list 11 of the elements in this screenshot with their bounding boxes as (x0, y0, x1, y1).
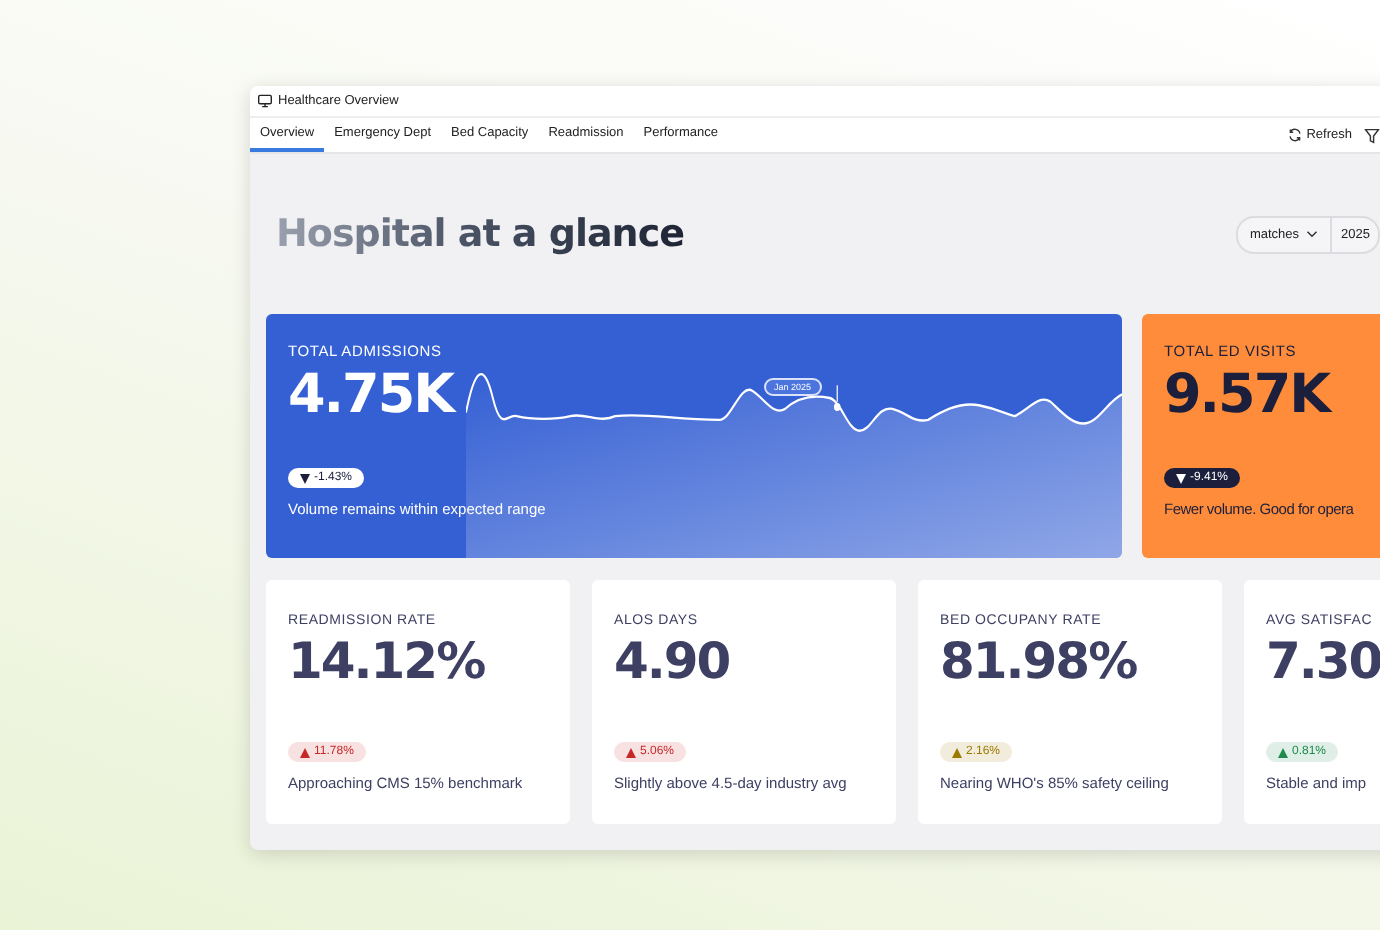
metric-value: 4.90 (614, 632, 730, 690)
metric-value: 14.12% (288, 632, 485, 690)
metric-value: 9.57K (1164, 364, 1330, 426)
page-heading: Hospital at a glance (276, 212, 684, 256)
metric-value: 81.98% (940, 632, 1137, 690)
monitor-icon (258, 94, 272, 108)
metric-value: 7.30 (1266, 632, 1380, 690)
chevron-down-icon (1305, 230, 1318, 238)
refresh-icon (1288, 128, 1303, 142)
filter-icon[interactable] (1364, 127, 1380, 143)
metric-value: 4.75K (288, 364, 454, 426)
